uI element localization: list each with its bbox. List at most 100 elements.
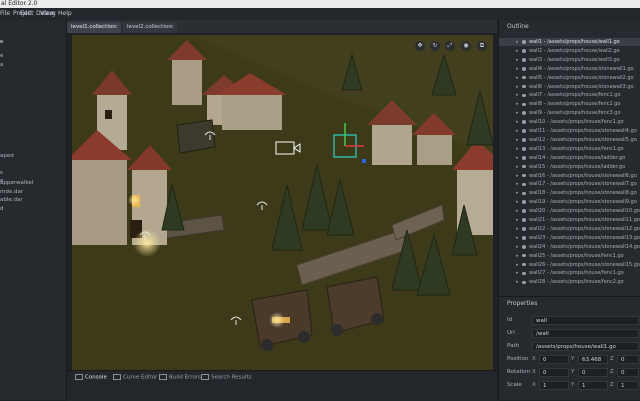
position-x-field[interactable]: 0 <box>539 355 569 364</box>
chevron-right-icon[interactable]: ▸ <box>516 216 519 224</box>
chevron-right-icon[interactable]: ▸ <box>516 38 519 46</box>
outline-item[interactable]: ▸ wall14 - /assets/props/house/ladder.go <box>499 154 640 162</box>
asset-item[interactable]: apperwalkel <box>0 180 33 186</box>
chevron-right-icon[interactable]: ▸ <box>516 163 519 171</box>
asset-item[interactable]: e <box>0 53 3 59</box>
light-glow <box>128 194 140 206</box>
chevron-right-icon[interactable]: ▸ <box>516 198 519 206</box>
chevron-right-icon[interactable]: ▸ <box>516 278 519 286</box>
menu-file[interactable]: File <box>0 8 10 20</box>
outline-item[interactable]: ▸ wall8 - /assets/props/house/fenc2.go <box>499 100 640 108</box>
outline-item[interactable]: ▸ wall1 - /assets/props/house/wall1.go <box>499 38 640 47</box>
chevron-right-icon[interactable]: ▸ <box>516 100 519 108</box>
outline-item[interactable]: ▸ wall9 - /assets/props/house/fenc3.go <box>499 109 640 117</box>
tab-console[interactable]: Console <box>75 374 107 381</box>
tab-level1-collection[interactable]: level1.collection × <box>67 22 121 33</box>
chevron-right-icon[interactable]: ▸ <box>516 243 519 251</box>
outline-item[interactable]: ▸ wall18 - /assets/props/house/stonewall8… <box>499 189 640 197</box>
outline-item[interactable]: ▸ wall5 - /assets/props/house/stonewall2.… <box>499 74 640 82</box>
outline-item[interactable]: ▸ wall13 - /assets/props/house/fenc1.go <box>499 145 640 153</box>
asset-item[interactable]: aped <box>0 153 14 159</box>
scale-label: Scale <box>507 382 522 388</box>
chevron-right-icon[interactable]: ▸ <box>516 74 519 82</box>
asset-item[interactable]: d <box>0 206 4 212</box>
chevron-right-icon[interactable]: ▸ <box>516 118 519 126</box>
outline-item[interactable]: ▸ wall4 - /assets/props/house/stonewall1.… <box>499 65 640 73</box>
position-z-field[interactable]: 0 <box>617 355 639 364</box>
menu-help[interactable]: Help <box>58 8 72 20</box>
outline-item[interactable]: ▸ wall20 - /assets/props/house/stonewall1… <box>499 207 640 215</box>
id-field[interactable]: wall <box>532 316 639 325</box>
outline-item[interactable]: ▸ wall17 - /assets/props/house/stonewall7… <box>499 180 640 188</box>
outline-item[interactable]: ▸ wall10 - /assets/props/house/fenc1.go <box>499 118 640 126</box>
chevron-right-icon[interactable]: ▸ <box>516 91 519 99</box>
chevron-right-icon[interactable]: ▸ <box>516 172 519 180</box>
chevron-right-icon[interactable]: ▸ <box>516 207 519 215</box>
chevron-right-icon[interactable]: ▸ <box>516 145 519 153</box>
tab-search-results[interactable]: Search Results <box>201 374 252 381</box>
chevron-right-icon[interactable]: ▸ <box>516 234 519 242</box>
menu-debug[interactable]: Debug <box>36 8 56 20</box>
asset-item[interactable]: able.dar <box>0 197 23 203</box>
tab-curve-editor[interactable]: Curve Editor <box>113 374 157 381</box>
scale-z-field[interactable]: 1 <box>617 381 639 390</box>
close-icon[interactable]: × <box>169 22 174 33</box>
tab-level2-collection[interactable]: level2.collection × <box>123 22 177 33</box>
asset-item[interactable]: mde.dar <box>0 189 23 195</box>
chevron-right-icon[interactable]: ▸ <box>516 109 519 117</box>
chevron-right-icon[interactable]: ▸ <box>516 269 519 277</box>
asset-item[interactable]: a <box>0 62 3 68</box>
rotation-x-field[interactable]: 0 <box>539 368 569 377</box>
rotate-icon[interactable]: ↻ <box>430 41 440 51</box>
path-field[interactable]: /assets/props/house/wall1.go <box>532 342 639 351</box>
outline-item[interactable]: ▸ wall16 - /assets/props/house/stonewall6… <box>499 172 640 180</box>
position-y-field[interactable]: 63.468 <box>578 355 608 364</box>
chevron-right-icon[interactable]: ▸ <box>516 83 519 91</box>
chevron-right-icon[interactable]: ▸ <box>516 180 519 188</box>
chevron-right-icon[interactable]: ▸ <box>516 56 519 64</box>
asset-item[interactable]: s <box>0 170 3 176</box>
outline-item[interactable]: ▸ wall19 - /assets/props/house/stonewall9… <box>499 198 640 206</box>
outline-item[interactable]: ▸ wall3 - /assets/props/house/wall3.go <box>499 56 640 64</box>
rotation-z-field[interactable]: 0 <box>617 368 639 377</box>
chevron-right-icon[interactable]: ▸ <box>516 252 519 260</box>
frame-icon[interactable]: ⧉ <box>477 41 487 51</box>
menu-project[interactable]: Project <box>13 8 34 20</box>
chevron-right-icon[interactable]: ▸ <box>516 225 519 233</box>
outline-item[interactable]: ▸ wall27 - /assets/props/house/fenc1.go <box>499 269 640 277</box>
chevron-right-icon[interactable]: ▸ <box>516 136 519 144</box>
outline-item[interactable]: ▸ wall7 - /assets/props/house/fenc1.go <box>499 91 640 99</box>
outline-item[interactable]: ▸ wall21 - /assets/props/house/stonewall1… <box>499 216 640 224</box>
rotation-y-field[interactable]: 0 <box>578 368 608 377</box>
chevron-right-icon[interactable]: ▸ <box>516 127 519 135</box>
scale-x-field[interactable]: 1 <box>539 381 569 390</box>
chevron-right-icon[interactable]: ▸ <box>516 65 519 73</box>
outline-item[interactable]: ▸ wall25 - /assets/props/house/fenc1.go <box>499 252 640 260</box>
scale-y-field[interactable]: 1 <box>578 381 608 390</box>
outline-item[interactable]: ▸ wall28 - /assets/props/house/fenc2.go <box>499 278 640 286</box>
scene-viewport[interactable]: ✥ ↻ ⤢ ◉ ⧉ <box>72 35 493 370</box>
outline-item-label: wall11 - /assets/props/house/stonewall4.… <box>529 128 637 134</box>
axis-x: X <box>532 382 536 388</box>
outline-item[interactable]: ▸ wall12 - /assets/props/house/stonewall5… <box>499 136 640 144</box>
outline-item[interactable]: ▸ wall23 - /assets/props/house/stonewall1… <box>499 234 640 242</box>
outline-item[interactable]: ▸ wall22 - /assets/props/house/stonewall1… <box>499 225 640 233</box>
chevron-right-icon[interactable]: ▸ <box>516 189 519 197</box>
outline-item[interactable]: ▸ wall24 - /assets/props/house/stonewall1… <box>499 243 640 251</box>
chevron-right-icon[interactable]: ▸ <box>516 47 519 55</box>
outline-item[interactable]: ▸ wall6 - /assets/props/house/stonewall3.… <box>499 83 640 91</box>
cart <box>176 119 216 154</box>
close-icon[interactable]: × <box>113 22 118 33</box>
outline-item[interactable]: ▸ wall11 - /assets/props/house/stonewall4… <box>499 127 640 135</box>
outline-item[interactable]: ▸ wall26 - /assets/props/house/stonewall1… <box>499 261 640 269</box>
chevron-right-icon[interactable]: ▸ <box>516 261 519 269</box>
move-icon[interactable]: ✥ <box>415 41 425 51</box>
scale-icon[interactable]: ⤢ <box>445 41 455 51</box>
outline-item[interactable]: ▸ wall2 - /assets/props/house/wall2.go <box>499 47 640 55</box>
url-field[interactable]: /wall <box>532 329 639 338</box>
asset-item[interactable]: e <box>0 39 3 45</box>
chevron-right-icon[interactable]: ▸ <box>516 154 519 162</box>
camera-icon[interactable]: ◉ <box>461 41 471 51</box>
tab-build-errors[interactable]: Build Errors <box>159 374 201 381</box>
outline-item[interactable]: ▸ wall15 - /assets/props/house/ladder.go <box>499 163 640 171</box>
